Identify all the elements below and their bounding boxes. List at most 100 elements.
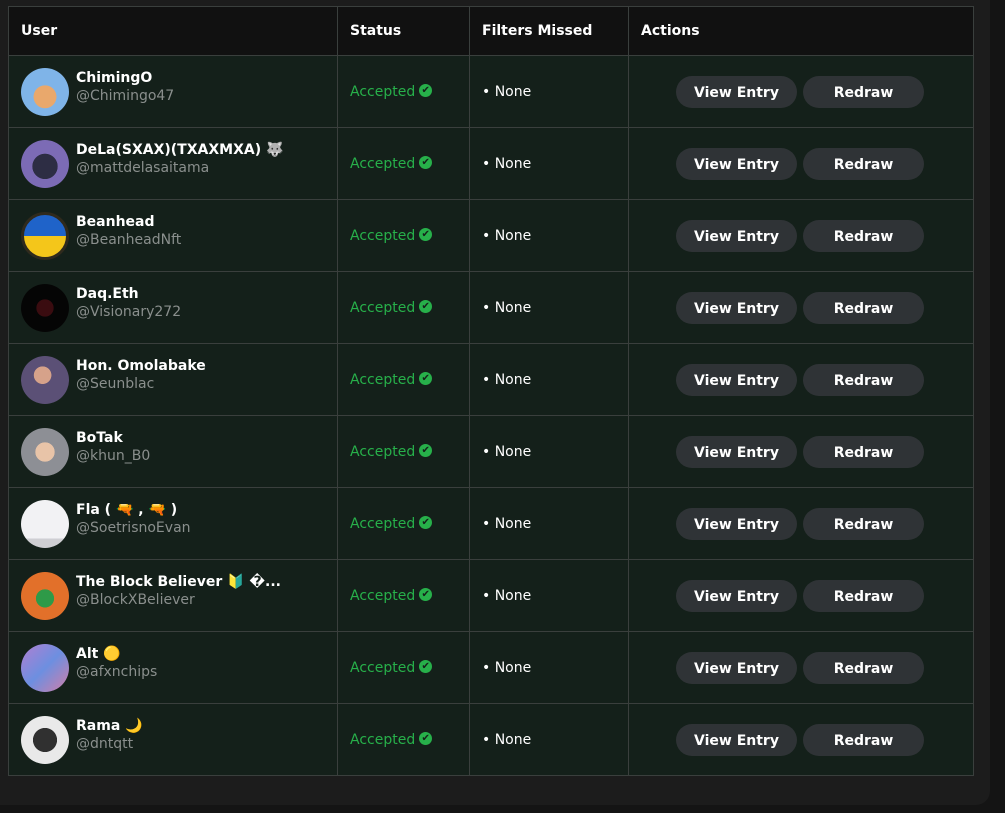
status-cell: Accepted ✔ (337, 343, 470, 416)
avatar[interactable] (21, 427, 69, 476)
header-filters-missed: Filters Missed (469, 6, 629, 56)
header-actions: Actions (628, 6, 974, 56)
filters-missed-value: • None (482, 443, 532, 460)
filters-missed-cell: • None (469, 343, 629, 416)
status-text: Accepted (350, 155, 416, 172)
check-circle-icon: ✔ (419, 660, 433, 673)
filters-missed-cell: • None (469, 487, 629, 560)
view-entry-button[interactable]: View Entry (676, 507, 797, 540)
user-display-name[interactable]: BoTak (76, 429, 150, 447)
table-row: Fla ( 🔫 , 🔫 ) @SoetrisnoEvan Accepted ✔ • No… (8, 487, 974, 560)
actions-cell: View Entry Redraw (628, 631, 974, 704)
user-cell: Alt 🟡 @afxnchips (8, 631, 338, 704)
status-cell: Accepted ✔ (337, 199, 470, 272)
filters-missed-value: • None (482, 227, 532, 244)
user-display-name[interactable]: DeLa(SXAX)(TXAXMXA) 🐺 (76, 141, 283, 159)
status-text: Accepted (350, 659, 416, 676)
redraw-button[interactable]: Redraw (803, 435, 924, 468)
redraw-button[interactable]: Redraw (803, 219, 924, 252)
entries-table: User Status Filters Missed Actions Chimi… (8, 6, 974, 776)
status-text: Accepted (350, 299, 416, 316)
user-cell: Daq.Eth @Visionary272 (8, 271, 338, 344)
view-entry-button[interactable]: View Entry (676, 723, 797, 756)
avatar[interactable] (21, 139, 69, 188)
redraw-button[interactable]: Redraw (803, 723, 924, 756)
redraw-button[interactable]: Redraw (803, 579, 924, 612)
status-text: Accepted (350, 443, 416, 460)
user-handle[interactable]: @Chimingo47 (76, 87, 174, 105)
redraw-button[interactable]: Redraw (803, 75, 924, 108)
filters-missed-cell: • None (469, 415, 629, 488)
table-row: Daq.Eth @Visionary272 Accepted ✔ • None View … (8, 271, 974, 344)
user-cell: ChimingO @Chimingo47 (8, 55, 338, 128)
filters-missed-value: • None (482, 155, 532, 172)
redraw-button[interactable]: Redraw (803, 651, 924, 684)
redraw-button[interactable]: Redraw (803, 363, 924, 396)
filters-missed-value: • None (482, 371, 532, 388)
user-cell: The Block Believer 🔰 �... @BlockXBeliever (8, 559, 338, 632)
user-handle[interactable]: @Seunblac (76, 375, 206, 393)
user-display-name[interactable]: ChimingO (76, 69, 174, 87)
avatar[interactable] (21, 283, 69, 332)
user-display-name[interactable]: Daq.Eth (76, 285, 181, 303)
status-cell: Accepted ✔ (337, 631, 470, 704)
user-display-name[interactable]: Hon. Omolabake (76, 357, 206, 375)
actions-cell: View Entry Redraw (628, 559, 974, 632)
entries-panel: User Status Filters Missed Actions Chimi… (0, 0, 990, 805)
actions-cell: View Entry Redraw (628, 127, 974, 200)
user-display-name[interactable]: Alt 🟡 (76, 645, 157, 663)
filters-missed-cell: • None (469, 559, 629, 632)
user-handle[interactable]: @BeanheadNft (76, 231, 181, 249)
status-text: Accepted (350, 587, 416, 604)
view-entry-button[interactable]: View Entry (676, 147, 797, 180)
header-user: User (8, 6, 338, 56)
view-entry-button[interactable]: View Entry (676, 219, 797, 252)
actions-cell: View Entry Redraw (628, 55, 974, 128)
filters-missed-cell: • None (469, 127, 629, 200)
user-handle[interactable]: @mattdelasaitama (76, 159, 283, 177)
avatar[interactable] (21, 67, 69, 116)
status-cell: Accepted ✔ (337, 415, 470, 488)
view-entry-button[interactable]: View Entry (676, 651, 797, 684)
user-handle[interactable]: @dntqtt (76, 735, 143, 753)
actions-cell: View Entry Redraw (628, 199, 974, 272)
user-display-name[interactable]: Beanhead (76, 213, 181, 231)
redraw-button[interactable]: Redraw (803, 147, 924, 180)
avatar[interactable] (21, 211, 69, 260)
avatar[interactable] (21, 571, 69, 620)
view-entry-button[interactable]: View Entry (676, 291, 797, 324)
view-entry-button[interactable]: View Entry (676, 363, 797, 396)
table-row: The Block Believer 🔰 �... @BlockXBeliever… (8, 559, 974, 632)
user-cell: Hon. Omolabake @Seunblac (8, 343, 338, 416)
user-display-name[interactable]: Fla ( 🔫 , 🔫 ) (76, 501, 191, 519)
user-cell: DeLa(SXAX)(TXAXMXA) 🐺 @mattdelasaitama (8, 127, 338, 200)
table-row: Alt 🟡 @afxnchips Accepted ✔ • None View Entry… (8, 631, 974, 704)
user-handle[interactable]: @Visionary272 (76, 303, 181, 321)
redraw-button[interactable]: Redraw (803, 507, 924, 540)
status-text: Accepted (350, 227, 416, 244)
actions-cell: View Entry Redraw (628, 703, 974, 776)
table-header-row: User Status Filters Missed Actions (8, 6, 974, 56)
user-display-name[interactable]: The Block Believer 🔰 �... (76, 573, 281, 591)
avatar[interactable] (21, 715, 69, 764)
actions-cell: View Entry Redraw (628, 487, 974, 560)
user-display-name[interactable]: Rama 🌙 (76, 717, 143, 735)
user-handle[interactable]: @BlockXBeliever (76, 591, 281, 609)
avatar[interactable] (21, 499, 69, 548)
view-entry-button[interactable]: View Entry (676, 435, 797, 468)
filters-missed-cell: • None (469, 199, 629, 272)
user-handle[interactable]: @khun_B0 (76, 447, 150, 465)
avatar[interactable] (21, 643, 69, 692)
table-row: Hon. Omolabake @Seunblac Accepted ✔ • None Vi… (8, 343, 974, 416)
status-cell: Accepted ✔ (337, 559, 470, 632)
filters-missed-value: • None (482, 515, 532, 532)
avatar[interactable] (21, 355, 69, 404)
view-entry-button[interactable]: View Entry (676, 75, 797, 108)
redraw-button[interactable]: Redraw (803, 291, 924, 324)
user-handle[interactable]: @afxnchips (76, 663, 157, 681)
table-row: ChimingO @Chimingo47 Accepted ✔ • None View E… (8, 55, 974, 128)
view-entry-button[interactable]: View Entry (676, 579, 797, 612)
check-circle-icon: ✔ (419, 156, 433, 169)
user-handle[interactable]: @SoetrisnoEvan (76, 519, 191, 537)
filters-missed-value: • None (482, 659, 532, 676)
